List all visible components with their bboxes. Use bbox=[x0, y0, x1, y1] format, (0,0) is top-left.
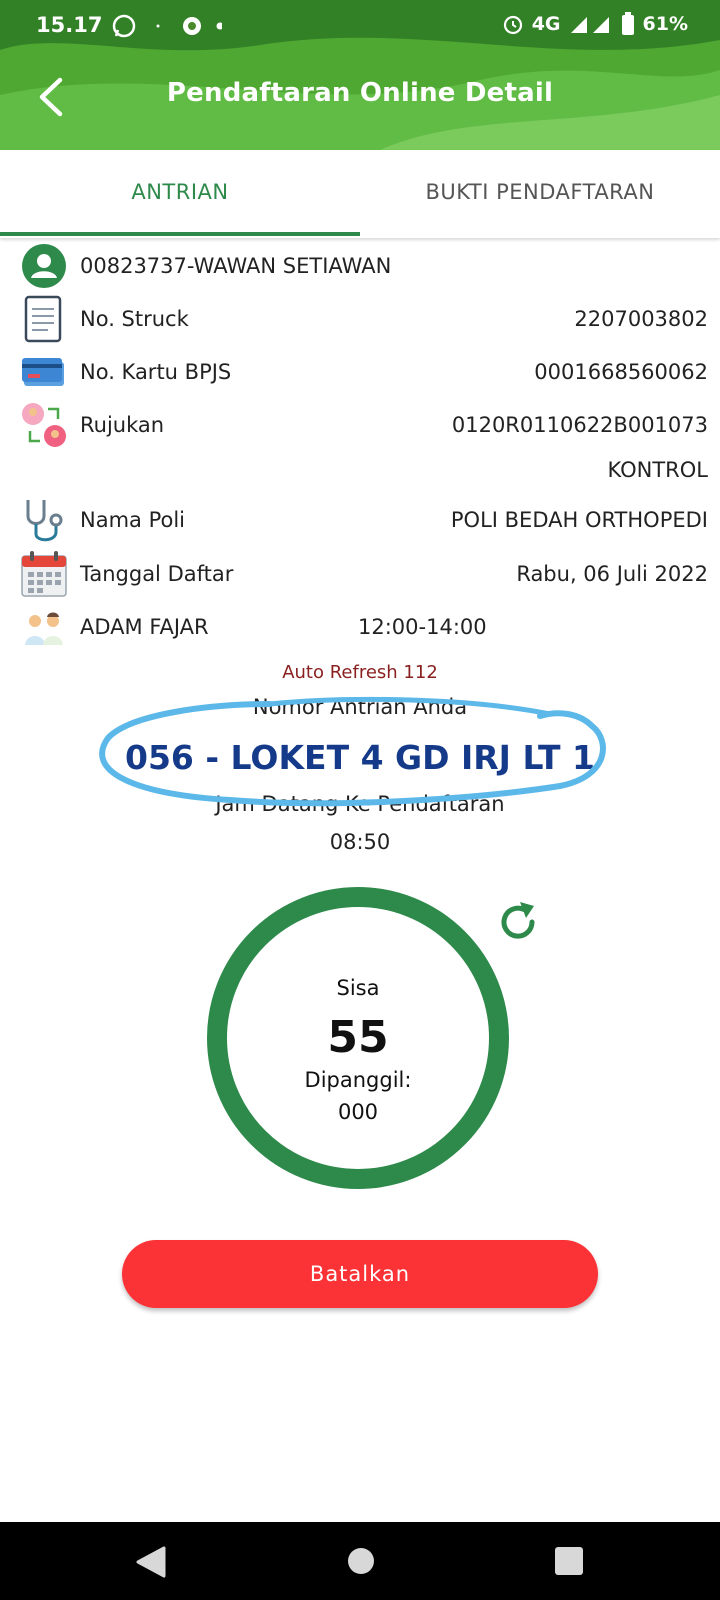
battery-level: 61% bbox=[642, 13, 688, 35]
date-row: Tanggal Daftar Rabu, 06 Juli 2022 bbox=[0, 551, 720, 597]
bpjs-label: No. Kartu BPJS bbox=[80, 360, 232, 384]
bpjs-value: 0001668560062 bbox=[534, 360, 708, 384]
triangle-back-icon bbox=[136, 1546, 166, 1578]
cancel-button[interactable]: Batalkan bbox=[122, 1240, 598, 1308]
doctor-schedule: 12:00-14:00 bbox=[358, 615, 487, 639]
remaining-label: Sisa bbox=[336, 976, 380, 1000]
tab-bukti-pendaftaran[interactable]: BUKTI PENDAFTARAN bbox=[360, 150, 720, 238]
rujukan-row: Rujukan 0120R0110622B001073 bbox=[0, 403, 720, 447]
date-value: Rabu, 06 Juli 2022 bbox=[516, 562, 708, 586]
poli-row: Nama Poli POLI BEDAH ORTHOPEDI bbox=[0, 500, 720, 542]
bpjs-row: No. Kartu BPJS 0001668560062 bbox=[0, 352, 720, 392]
called-value: 000 bbox=[337, 1100, 379, 1124]
date-label: Tanggal Daftar bbox=[80, 562, 234, 586]
struck-label: No. Struck bbox=[80, 307, 189, 331]
nav-back-button[interactable] bbox=[136, 1546, 166, 1583]
signal-icon bbox=[570, 17, 609, 33]
circle-home-icon bbox=[348, 1548, 374, 1574]
doctors-icon bbox=[25, 612, 63, 645]
receipt-icon bbox=[24, 295, 62, 343]
nav-recents-button[interactable] bbox=[554, 1546, 584, 1581]
nav-home-button[interactable] bbox=[346, 1546, 376, 1581]
struck-value: 2207003802 bbox=[574, 307, 708, 331]
struck-row: No. Struck 2207003802 bbox=[0, 295, 720, 343]
poli-label: Nama Poli bbox=[80, 508, 186, 532]
auto-refresh-text: Auto Refresh 112 bbox=[282, 662, 438, 683]
app-header: 15.17 4G 61% Pendaftaran Online Detail bbox=[0, 0, 720, 150]
doctor-name: ADAM FAJAR bbox=[80, 615, 209, 639]
rujukan-label: Rujukan bbox=[80, 413, 165, 437]
system-nav-bar bbox=[0, 1522, 720, 1600]
user-icon bbox=[22, 244, 66, 288]
rujukan-value: 0120R0110622B001073 bbox=[451, 413, 708, 437]
notification-icons bbox=[112, 12, 224, 46]
network-type: 4G bbox=[531, 13, 561, 35]
page-title: Pendaftaran Online Detail bbox=[166, 78, 554, 108]
doctor-row: ADAM FAJAR 12:00-14:00 bbox=[0, 607, 720, 647]
card-icon bbox=[22, 358, 64, 386]
refresh-icon bbox=[501, 902, 535, 939]
whatsapp-icon bbox=[112, 14, 224, 38]
tab-indicator bbox=[0, 232, 360, 236]
tab-antrian[interactable]: ANTRIAN bbox=[0, 150, 360, 238]
calendar-icon bbox=[21, 551, 67, 597]
status-time: 15.17 bbox=[36, 13, 103, 37]
alarm-icon bbox=[503, 15, 522, 35]
stethoscope-icon bbox=[26, 500, 63, 542]
tab-bar: ANTRIAN BUKTI PENDAFTARAN bbox=[0, 150, 720, 238]
square-recents-icon bbox=[555, 1547, 583, 1575]
called-label: Dipanggil: bbox=[304, 1068, 412, 1092]
patient-row: 00823737-WAWAN SETIAWAN bbox=[0, 244, 720, 288]
rujukan-note: KONTROL bbox=[607, 458, 708, 482]
arrival-time: 08:50 bbox=[329, 830, 391, 854]
status-right: 4G 61% bbox=[502, 12, 688, 36]
poli-value: POLI BEDAH ORTHOPEDI bbox=[450, 508, 708, 532]
remaining-value: 55 bbox=[327, 1012, 389, 1063]
referral-icon bbox=[22, 403, 66, 447]
refresh-button[interactable] bbox=[494, 898, 542, 946]
highlight-scribble bbox=[99, 696, 606, 807]
battery-icon bbox=[621, 12, 634, 35]
patient-name: 00823737-WAWAN SETIAWAN bbox=[80, 254, 392, 278]
status-bar: 15.17 4G 61% bbox=[0, 0, 720, 52]
